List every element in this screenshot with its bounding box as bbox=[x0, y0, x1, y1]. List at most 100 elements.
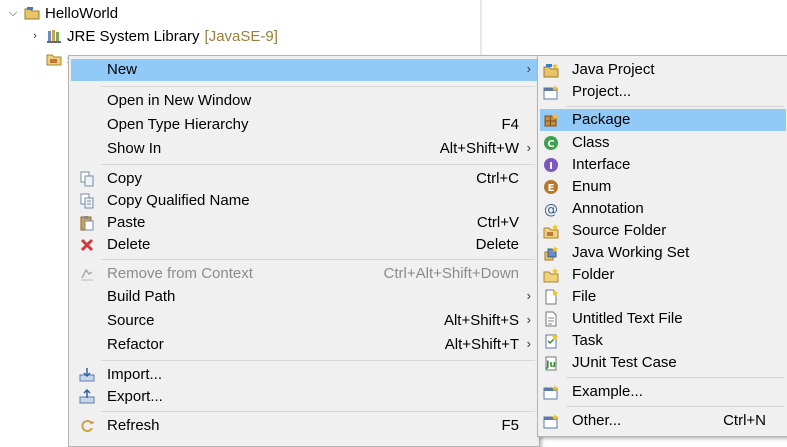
package-icon bbox=[543, 112, 559, 128]
import-icon bbox=[79, 367, 95, 383]
submenu-item-annotation[interactable]: @ Annotation bbox=[540, 198, 786, 220]
submenu-item-source-folder[interactable]: Source Folder bbox=[540, 220, 786, 242]
submenu-item-task[interactable]: Task bbox=[540, 330, 786, 352]
junit-icon: Ju bbox=[543, 355, 559, 371]
menu-item-label: Open Type Hierarchy bbox=[107, 116, 249, 133]
submenu-item-folder[interactable]: Folder bbox=[540, 264, 786, 286]
menu-item-refactor[interactable]: Refactor Alt+Shift+T › bbox=[71, 334, 537, 356]
menu-item-label: Source Folder bbox=[572, 222, 667, 239]
submenu-item-file[interactable]: File bbox=[540, 286, 786, 308]
task-icon bbox=[543, 333, 559, 349]
copy-qualified-icon bbox=[79, 193, 95, 209]
menu-separator bbox=[101, 360, 535, 361]
remove-context-icon bbox=[79, 266, 95, 282]
chevron-down-icon[interactable]: ⌵ bbox=[8, 7, 18, 20]
library-icon bbox=[46, 28, 62, 44]
submenu-item-java-project[interactable]: Java Project bbox=[540, 59, 786, 81]
menu-item-build-path[interactable]: Build Path › bbox=[71, 286, 537, 308]
submenu-item-untitled-text-file[interactable]: Untitled Text File bbox=[540, 308, 786, 330]
menu-item-copy[interactable]: Copy Ctrl+C bbox=[71, 168, 537, 190]
menu-item-remove-from-context[interactable]: Remove from Context Ctrl+Alt+Shift+Down bbox=[71, 263, 537, 285]
menu-item-label: Export... bbox=[107, 388, 163, 405]
submenu-item-project[interactable]: Project... bbox=[540, 81, 786, 103]
submenu-arrow-icon: › bbox=[526, 140, 531, 155]
new-submenu: Java Project Project... Package C Class … bbox=[537, 55, 787, 437]
svg-text:C: C bbox=[547, 139, 554, 150]
menu-item-import[interactable]: Import... bbox=[71, 364, 537, 386]
menu-item-label: Refactor bbox=[107, 336, 164, 353]
submenu-item-junit-test-case[interactable]: Ju JUnit Test Case bbox=[540, 352, 786, 374]
menu-item-label: Java Working Set bbox=[572, 244, 690, 261]
menu-item-label: Other... bbox=[572, 412, 622, 429]
submenu-item-example[interactable]: Example... bbox=[540, 381, 786, 403]
menu-item-label: Open in New Window bbox=[107, 92, 252, 109]
menu-item-refresh[interactable]: Refresh F5 bbox=[71, 415, 537, 437]
menu-item-label: Folder bbox=[572, 266, 615, 283]
menu-item-show-in[interactable]: Show In Alt+Shift+W › bbox=[71, 138, 537, 160]
submenu-item-interface[interactable]: I Interface bbox=[540, 154, 786, 176]
menu-item-label: Class bbox=[572, 134, 610, 151]
menu-item-new-label: New bbox=[107, 61, 138, 78]
submenu-arrow-icon: › bbox=[526, 312, 531, 327]
menu-item-label: Enum bbox=[572, 178, 612, 195]
submenu-arrow-icon: › bbox=[526, 61, 531, 76]
tree-item-project[interactable]: ⌵ HelloWorld bbox=[8, 2, 118, 24]
menu-item-label: Paste bbox=[107, 214, 146, 231]
submenu-arrow-icon: › bbox=[526, 336, 531, 351]
svg-text:E: E bbox=[548, 183, 555, 194]
menu-item-label: File bbox=[572, 288, 597, 305]
shortcut-label: Alt+Shift+S bbox=[443, 312, 519, 329]
source-folder-icon bbox=[543, 223, 559, 239]
file-icon bbox=[543, 289, 559, 305]
svg-text:I: I bbox=[549, 161, 553, 172]
submenu-arrow-icon: › bbox=[526, 288, 531, 303]
submenu-item-other[interactable]: Other... Ctrl+N bbox=[540, 410, 786, 432]
shortcut-label: Alt+Shift+W bbox=[439, 140, 519, 157]
menu-item-label: Refresh bbox=[107, 417, 160, 434]
menu-item-export[interactable]: Export... bbox=[71, 386, 537, 408]
menu-separator bbox=[566, 377, 784, 378]
delete-icon bbox=[79, 237, 95, 253]
menu-separator bbox=[101, 86, 535, 87]
context-menu: New › Open in New Window Open Type Hiera… bbox=[68, 55, 540, 447]
menu-item-label: Annotation bbox=[572, 200, 644, 217]
source-folder-icon bbox=[46, 51, 62, 67]
menu-item-label: Remove from Context bbox=[107, 265, 253, 282]
copy-icon bbox=[79, 171, 95, 187]
menu-item-label: Source bbox=[107, 312, 155, 329]
menu-item-new[interactable]: New › bbox=[71, 59, 537, 81]
menu-item-label: Import... bbox=[107, 366, 163, 383]
shortcut-label: Ctrl+V bbox=[476, 214, 519, 231]
menu-item-delete[interactable]: Delete Delete bbox=[71, 234, 537, 256]
refresh-icon bbox=[79, 418, 95, 434]
menu-item-label: Example... bbox=[572, 383, 643, 400]
menu-item-open-type-hierarchy[interactable]: Open Type Hierarchy F4 bbox=[71, 114, 537, 136]
shortcut-label: F4 bbox=[501, 116, 519, 133]
interface-icon: I bbox=[543, 157, 559, 173]
working-set-icon bbox=[543, 245, 559, 261]
jre-label: JRE System Library bbox=[67, 27, 200, 45]
submenu-item-java-working-set[interactable]: Java Working Set bbox=[540, 242, 786, 264]
menu-item-source[interactable]: Source Alt+Shift+S › bbox=[71, 310, 537, 332]
menu-item-open-new-window[interactable]: Open in New Window bbox=[71, 90, 537, 112]
menu-item-copy-qualified-name[interactable]: Copy Qualified Name bbox=[71, 190, 537, 212]
class-icon: C bbox=[543, 135, 559, 151]
chevron-right-icon[interactable]: › bbox=[30, 30, 40, 42]
submenu-item-package[interactable]: Package bbox=[540, 109, 786, 131]
svg-text:Ju: Ju bbox=[545, 360, 556, 370]
menu-item-label: Build Path bbox=[107, 288, 176, 305]
menu-item-label: Project... bbox=[572, 83, 632, 100]
submenu-item-class[interactable]: C Class bbox=[540, 132, 786, 154]
java-project-folder-icon bbox=[24, 5, 40, 21]
shortcut-label: Delete bbox=[475, 236, 519, 253]
shortcut-label: Ctrl+Alt+Shift+Down bbox=[383, 265, 519, 282]
menu-item-paste[interactable]: Paste Ctrl+V bbox=[71, 212, 537, 234]
submenu-item-enum[interactable]: E Enum bbox=[540, 176, 786, 198]
menu-item-label: JUnit Test Case bbox=[572, 354, 677, 371]
annotation-icon: @ bbox=[543, 201, 559, 218]
menu-separator bbox=[101, 259, 535, 260]
enum-icon: E bbox=[543, 179, 559, 195]
tree-item-jre[interactable]: › JRE System Library [JavaSE-9] bbox=[30, 25, 278, 47]
jre-version-decoration: [JavaSE-9] bbox=[204, 27, 278, 45]
shortcut-label: Ctrl+C bbox=[476, 170, 519, 187]
